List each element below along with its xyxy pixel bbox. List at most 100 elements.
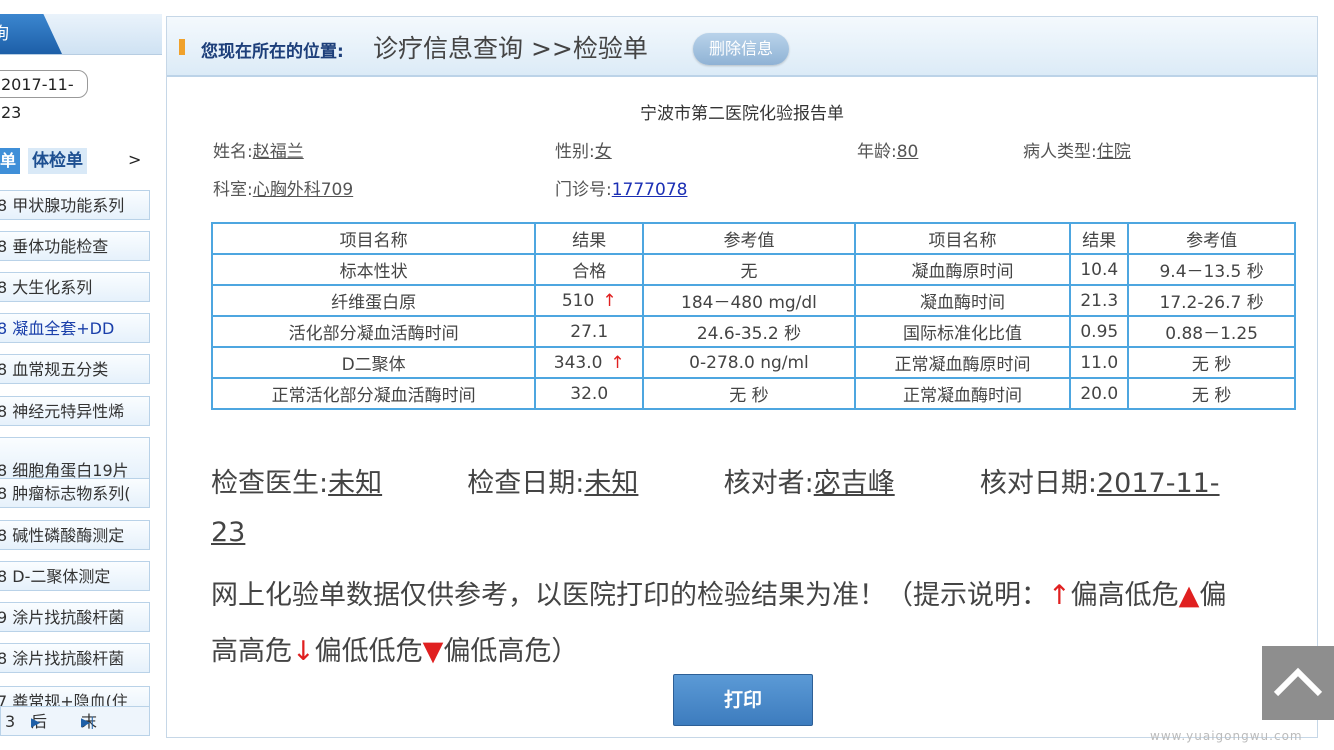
checker-value: 宓吉峰	[813, 468, 895, 499]
table-row: 标本性状 合格 无凝血酶原时间 10.4 9.4－13.5 秒	[210, 253, 1296, 286]
item-name-cell: 正常凝血酶时间	[853, 377, 1072, 410]
sidebar-list-item[interactable]: 9 涂片找抗酸杆菌	[0, 602, 150, 632]
last-page-icon: ▶|	[81, 715, 95, 729]
sidebar-list-item[interactable]: 8 神经元特异性烯	[0, 396, 150, 426]
result-cell: 0.95	[1069, 315, 1130, 348]
table-body: 标本性状 合格 无凝血酶原时间 10.4 9.4－13.5 秒纤维蛋白原 510 ↑ 184－…	[210, 253, 1296, 410]
sidebar-list-item[interactable]: 8 肿瘤标志物系列(	[0, 478, 150, 508]
patient-type: 病人类型:住院	[1023, 137, 1131, 162]
note-low-low: 偏低低危	[314, 636, 423, 667]
item-name-cell: 国际标准化比值	[853, 315, 1072, 348]
doctor-value: 未知	[328, 468, 383, 499]
note-high-high-b: 高高危	[211, 636, 292, 667]
reference-cell: 0-278.0 ng/ml	[642, 346, 856, 379]
reference-cell: 17.2-26.7 秒	[1127, 284, 1296, 317]
column-header: 项目名称	[853, 222, 1072, 255]
note-high-high-a: 偏	[1199, 580, 1227, 611]
table-row: D二聚体 343.0 ↑ 0-278.0 ng/ml 正常凝血酶原时间 11.0 无 秒	[210, 346, 1296, 379]
reference-cell: 184－480 mg/dl	[642, 284, 856, 317]
chevron-up-icon	[1273, 667, 1323, 697]
sidebar-list-item[interactable]: 8 细胞角蛋白19片	[0, 437, 150, 479]
name-value: 赵福兰	[252, 142, 304, 162]
sidebar-list-item[interactable]: 8 碱性磷酸酶测定	[0, 520, 150, 550]
item-name-cell: 标本性状	[210, 253, 537, 286]
note-high-low: 偏高低危	[1070, 580, 1179, 611]
reference-cell: 24.6-35.2 秒	[642, 315, 856, 348]
table-row: 活化部分凝血活酶时间 27.1 24.6-35.2 秒国际标准化比值 0.95 0.88…	[210, 315, 1296, 348]
result-cell: 343.0 ↑	[534, 346, 645, 379]
result-cell: 合格	[534, 253, 645, 286]
patient-age: 年龄:80	[857, 137, 918, 162]
result-value: 510	[561, 290, 595, 311]
item-name-cell: 凝血酶原时间	[853, 253, 1072, 286]
pager: 3 后 ▶ 末 ▶|	[0, 706, 150, 736]
tab-lab-report[interactable]: 单	[0, 148, 21, 174]
sign-line-wrap: 23	[211, 517, 245, 548]
dept-value: 心胸外科709	[252, 180, 354, 200]
table-row: 纤维蛋白原 510 ↑ 184－480 mg/dl 凝血酶时间 21.3 17.2-26.7…	[210, 284, 1296, 317]
breadcrumb-path: 诊疗信息查询 >>检验单	[373, 34, 648, 63]
result-cell: 32.0	[534, 377, 645, 410]
column-header: 项目名称	[210, 222, 537, 255]
type-value: 住院	[1096, 142, 1131, 162]
column-header: 参考值	[642, 222, 856, 255]
age-label: 年龄:	[857, 142, 897, 162]
down-triangle-icon: ▼	[422, 636, 444, 667]
main-panel: 您现在所在的位置: 诊疗信息查询 >>检验单 删除信息 宁波市第二医院化验报告单…	[166, 16, 1318, 738]
sex-label: 性别:	[555, 142, 595, 162]
result-cell: 510 ↑	[534, 284, 645, 317]
clinic-no-link[interactable]: 1777078	[612, 180, 688, 200]
item-name-cell: 正常凝血酶原时间	[853, 346, 1072, 379]
watermark: www.yuaigongwu.com	[1150, 729, 1303, 743]
column-header: 结果	[1069, 222, 1130, 255]
sidebar-list-item[interactable]: 8 凝血全套+DD	[0, 313, 150, 343]
column-header: 参考值	[1127, 222, 1296, 255]
result-value: 343.0	[553, 352, 603, 373]
tab-physical-exam[interactable]: 体检单	[28, 148, 87, 174]
check-date-label: 检查日期:	[467, 468, 585, 499]
note-line-2: 高高危↓偏低低危▼偏低高危）	[211, 629, 578, 668]
reference-cell: 无 秒	[1127, 346, 1296, 379]
result-cell: 21.3	[1069, 284, 1130, 317]
breadcrumb-label: 您现在所在的位置:	[201, 42, 344, 62]
checker-label: 核对者:	[723, 468, 814, 499]
item-name-cell: 活化部分凝血活酶时间	[210, 315, 537, 348]
tabs-next-arrow[interactable]: >	[128, 150, 141, 169]
next-triangle-icon: ▶	[31, 715, 41, 729]
result-cell: 11.0	[1069, 346, 1130, 379]
note-low-high: 偏低高危）	[443, 636, 579, 667]
scroll-to-top-button[interactable]	[1262, 646, 1334, 720]
sidebar-list-item[interactable]: 8 血常规五分类	[0, 354, 150, 384]
clinic-label: 门诊号:	[555, 180, 612, 200]
date-field[interactable]: 2017-11-23	[0, 70, 88, 122]
sidebar-list-item[interactable]: 8 涂片找抗酸杆菌	[0, 643, 150, 673]
delete-info-button[interactable]: 删除信息	[693, 33, 789, 65]
breadcrumb: 您现在所在的位置: 诊疗信息查询 >>检验单 删除信息	[167, 17, 1317, 77]
sidebar: 询 2017-11-23 单 体检单 > 8 甲状腺功能系列 8 垂体功能检查 8 …	[0, 0, 162, 750]
sidebar-list-item[interactable]: 8 垂体功能检查	[0, 231, 150, 261]
report-title: 宁波市第二医院化验报告单	[640, 104, 844, 124]
patient-name: 姓名:赵福兰	[213, 137, 304, 162]
result-value: 27.1	[570, 321, 609, 342]
reference-cell: 无 秒	[642, 377, 856, 410]
patient-sex: 性别:女	[555, 137, 612, 162]
type-label: 病人类型:	[1023, 142, 1097, 162]
item-name-cell: 凝血酶时间	[853, 284, 1072, 317]
reference-cell: 无 秒	[1127, 377, 1296, 410]
verify-date-label: 核对日期:	[979, 468, 1097, 499]
print-button[interactable]: 打印	[673, 674, 813, 726]
sex-value: 女	[594, 142, 612, 162]
sidebar-list-item[interactable]: 8 大生化系列	[0, 272, 150, 302]
name-label: 姓名:	[213, 142, 253, 162]
sidebar-list-item[interactable]: 8 甲状腺功能系列	[0, 190, 150, 220]
reference-cell: 0.88－1.25	[1127, 315, 1296, 348]
up-arrow-icon: ↑	[1048, 580, 1071, 611]
sign-line: 检查医生:未知 检查日期:未知 核对者:宓吉峰 核对日期:2017-11-	[211, 461, 1220, 500]
table-row: 正常活化部分凝血活酶时间 32.0 无 秒正常凝血酶时间 20.0 无 秒	[210, 377, 1296, 410]
patient-dept: 科室:心胸外科709	[213, 175, 353, 200]
result-value: 合格	[572, 262, 607, 282]
sidebar-list-item[interactable]: 8 D-二聚体测定	[0, 561, 150, 591]
reference-cell: 9.4－13.5 秒	[1127, 253, 1296, 286]
results-table: 项目名称 结果 参考值 项目名称 结果 参考值 标本性状 合格无凝血酶原时间 10.4 9.4－…	[210, 222, 1296, 410]
down-arrow-icon: ↓	[292, 636, 315, 667]
